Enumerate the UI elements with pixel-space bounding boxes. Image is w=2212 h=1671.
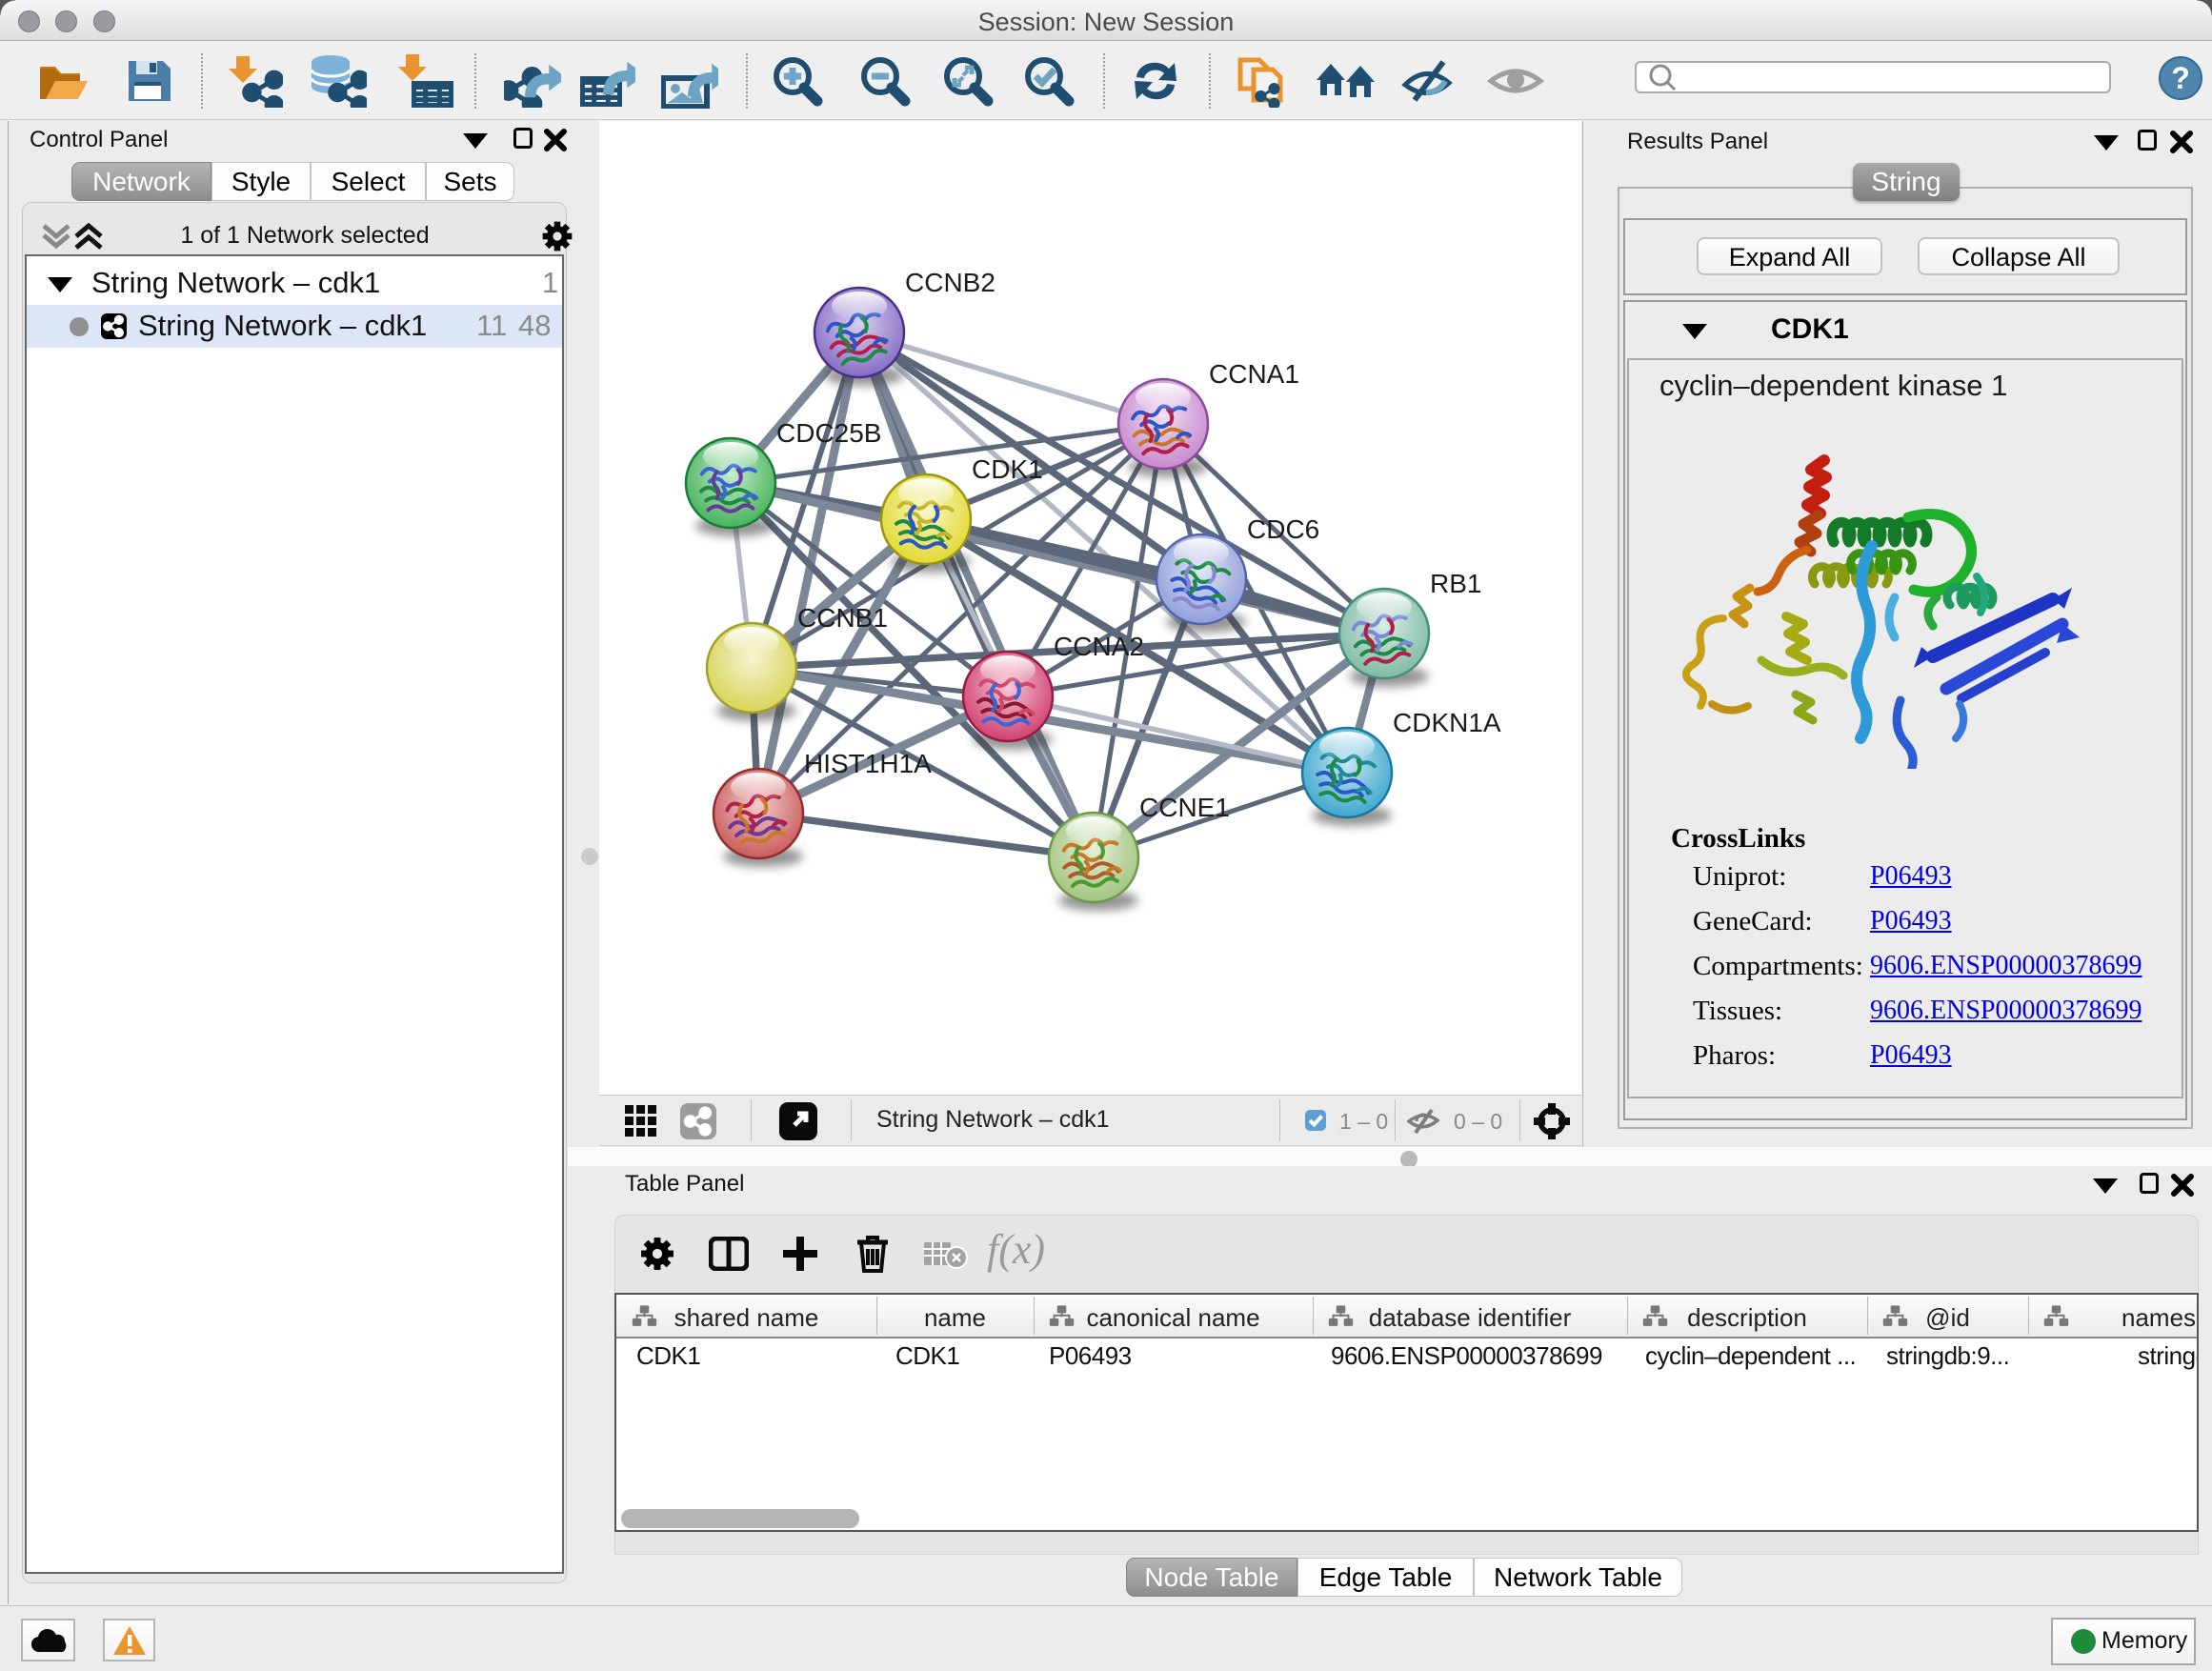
- svg-text:CDC25B: CDC25B: [776, 418, 881, 448]
- svg-text:CCNA2: CCNA2: [1054, 632, 1144, 661]
- svg-text:HIST1H1A: HIST1H1A: [804, 749, 932, 778]
- svg-text:CCNE1: CCNE1: [1139, 793, 1230, 822]
- svg-text:CDC6: CDC6: [1247, 514, 1319, 544]
- svg-text:RB1: RB1: [1430, 569, 1481, 598]
- svg-text:CCNB2: CCNB2: [905, 268, 995, 297]
- svg-text:CCNA1: CCNA1: [1209, 359, 1299, 389]
- svg-text:?: ?: [2171, 61, 2190, 95]
- svg-text:CDK1: CDK1: [972, 454, 1043, 484]
- svg-text:CDKN1A: CDKN1A: [1393, 708, 1501, 737]
- svg-text:CCNB1: CCNB1: [797, 603, 888, 633]
